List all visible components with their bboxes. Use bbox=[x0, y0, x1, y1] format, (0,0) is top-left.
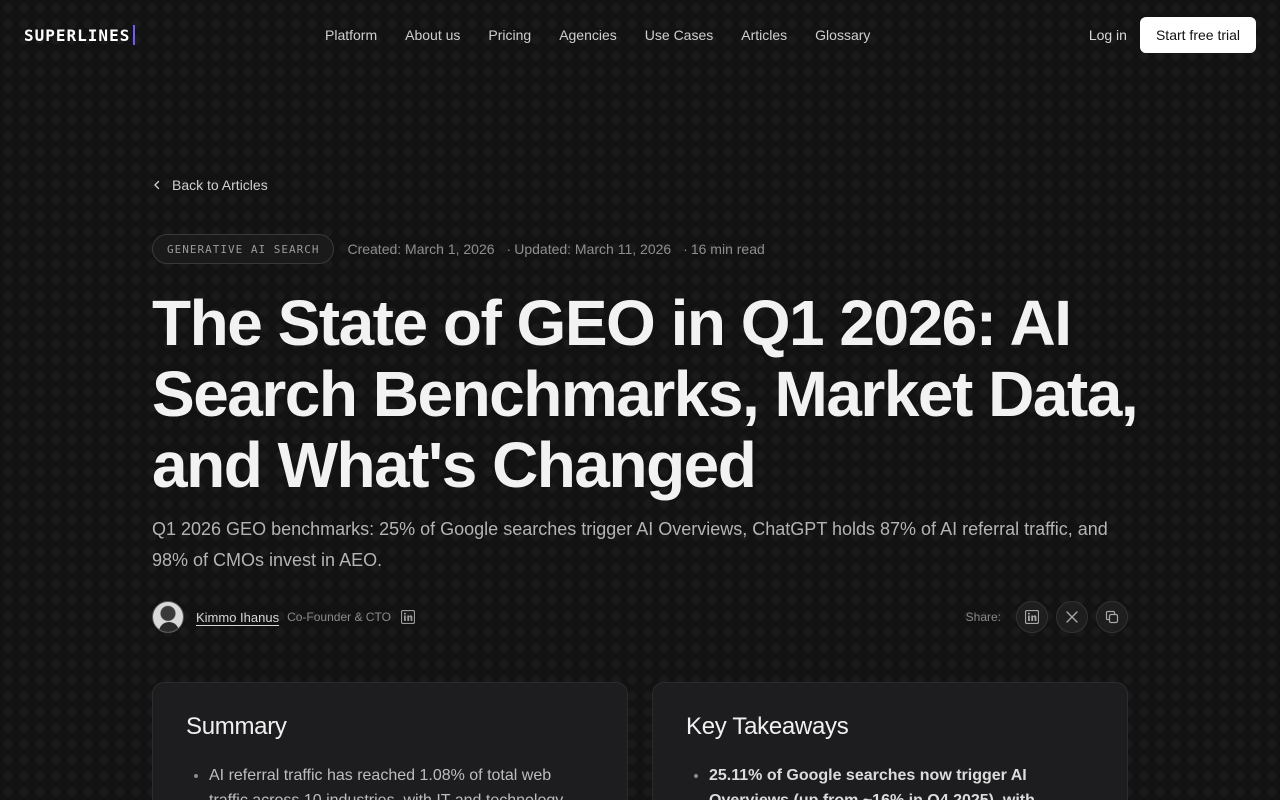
article-meta: GENERATIVE AI SEARCH Created: March 1, 2… bbox=[152, 234, 765, 264]
back-label: Back to Articles bbox=[172, 177, 268, 193]
back-to-articles-link[interactable]: Back to Articles bbox=[152, 177, 268, 193]
read-time-wrap: · 16 min read bbox=[683, 241, 765, 257]
summary-card: Summary AI referral traffic has reached … bbox=[152, 682, 628, 800]
read-time: 16 min read bbox=[690, 241, 765, 257]
logo-accent-bar bbox=[133, 25, 136, 45]
share-x-button[interactable] bbox=[1056, 601, 1088, 633]
key-takeaways-list: 25.11% of Google searches now trigger AI… bbox=[686, 763, 1094, 800]
updated-date-wrap: · Updated: March 11, 2026 bbox=[507, 241, 672, 257]
meta-separator: · bbox=[506, 241, 512, 257]
share-linkedin-button[interactable] bbox=[1016, 601, 1048, 633]
article-title: The State of GEO in Q1 2026: AI Search B… bbox=[152, 287, 1139, 501]
logo-text: SUPERLINES bbox=[24, 25, 131, 45]
created-date: Created: March 1, 2026 bbox=[347, 241, 495, 257]
key-takeaways-title: Key Takeaways bbox=[686, 713, 849, 740]
list-item: 25.11% of Google searches now trigger AI… bbox=[709, 763, 1094, 800]
share-label: Share: bbox=[965, 610, 1001, 624]
author-name-link[interactable]: Kimmo Ihanus bbox=[196, 610, 279, 625]
start-trial-button[interactable]: Start free trial bbox=[1139, 17, 1256, 53]
nav-link-about[interactable]: About us bbox=[405, 27, 460, 43]
nav-actions: Log in Start free trial bbox=[1089, 0, 1256, 70]
author-row: Kimmo Ihanus Co-Founder & CTO Share: bbox=[152, 600, 1128, 634]
share-bar: Share: bbox=[966, 600, 1128, 634]
logo[interactable]: SUPERLINES bbox=[24, 25, 144, 45]
avatar bbox=[152, 601, 184, 633]
nav-link-platform[interactable]: Platform bbox=[325, 27, 377, 43]
linkedin-icon bbox=[1025, 610, 1039, 624]
nav-link-glossary[interactable]: Glossary bbox=[815, 27, 870, 43]
category-tag[interactable]: GENERATIVE AI SEARCH bbox=[152, 234, 335, 264]
copy-link-button[interactable] bbox=[1096, 601, 1128, 633]
nav-link-agencies[interactable]: Agencies bbox=[559, 27, 617, 43]
meta-separator: · bbox=[683, 241, 688, 257]
nav-links: Platform About us Pricing Agencies Use C… bbox=[325, 0, 870, 70]
nav-link-articles[interactable]: Articles bbox=[741, 27, 787, 43]
summary-list: AI referral traffic has reached 1.08% of… bbox=[186, 763, 594, 800]
updated-date: Updated: March 11, 2026 bbox=[514, 241, 672, 257]
x-icon bbox=[1066, 611, 1078, 623]
key-takeaways-card: Key Takeaways 25.11% of Google searches … bbox=[652, 682, 1128, 800]
copy-icon bbox=[1105, 610, 1119, 624]
list-item: AI referral traffic has reached 1.08% of… bbox=[209, 763, 594, 800]
author-role: Co-Founder & CTO bbox=[287, 610, 391, 624]
top-nav: SUPERLINES Platform About us Pricing Age… bbox=[0, 0, 1280, 70]
login-link[interactable]: Log in bbox=[1089, 27, 1127, 43]
nav-link-use-cases[interactable]: Use Cases bbox=[645, 27, 713, 43]
linkedin-icon[interactable] bbox=[400, 610, 415, 624]
summary-title: Summary bbox=[186, 713, 287, 740]
nav-link-pricing[interactable]: Pricing bbox=[488, 27, 531, 43]
article-subtitle: Q1 2026 GEO benchmarks: 25% of Google se… bbox=[152, 519, 1108, 570]
chevron-left-icon bbox=[154, 180, 160, 190]
